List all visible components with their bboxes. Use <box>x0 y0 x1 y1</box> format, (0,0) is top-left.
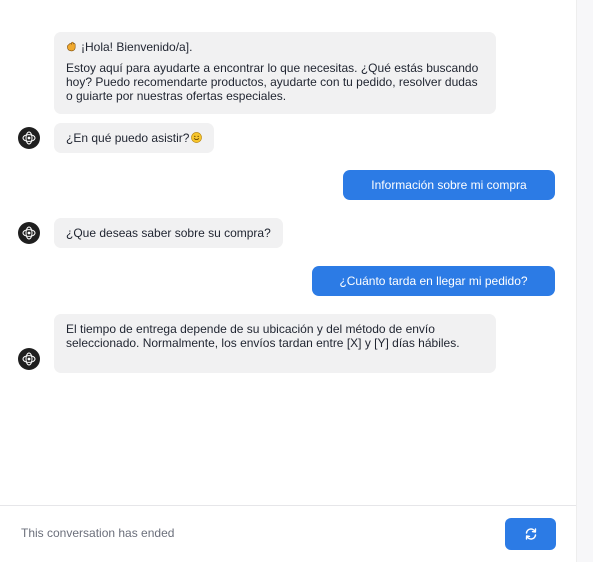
refresh-icon <box>525 528 536 540</box>
smiling-face-icon <box>191 132 203 143</box>
user-message-delivery-time: ¿Cuánto tarda en llegar mi pedido? <box>312 266 555 296</box>
bot-avatar <box>18 127 40 149</box>
conversation-ended-text: This conversation has ended <box>21 526 175 540</box>
bot-logo-icon <box>22 226 36 240</box>
bot-message-delivery-answer: El tiempo de entrega depende de su ubica… <box>54 314 496 373</box>
bot-avatar <box>18 348 40 370</box>
bot-what-to-know-text: ¿Que deseas saber sobre su compra? <box>66 226 271 240</box>
bot-message-welcome: ¡Hola! Bienvenido/a]. Estoy aquí para ay… <box>54 32 496 114</box>
chat-footer: This conversation has ended <box>0 505 576 562</box>
bot-message-what-to-know: ¿Que deseas saber sobre su compra? <box>54 218 283 248</box>
right-edge-panel <box>576 0 593 562</box>
user-purchase-info-text: Información sobre mi compra <box>371 178 527 192</box>
welcome-title: ¡Hola! Bienvenido/a]. <box>81 40 193 54</box>
bot-logo-icon <box>22 352 36 366</box>
assist-question-text: ¿En qué puedo asistir? <box>66 131 190 145</box>
user-message-purchase-info: Información sobre mi compra <box>343 170 555 200</box>
restart-conversation-button[interactable] <box>505 518 556 550</box>
welcome-title-line: ¡Hola! Bienvenido/a]. <box>66 40 484 54</box>
chat-window: ¡Hola! Bienvenido/a]. Estoy aquí para ay… <box>0 0 593 562</box>
bot-avatar <box>18 222 40 244</box>
bot-message-assist: ¿En qué puedo asistir? <box>54 123 215 153</box>
bot-logo-icon <box>22 131 36 145</box>
user-delivery-time-text: ¿Cuánto tarda en llegar mi pedido? <box>339 274 528 288</box>
chat-messages-panel: ¡Hola! Bienvenido/a]. Estoy aquí para ay… <box>0 0 576 562</box>
welcome-body: Estoy aquí para ayudarte a encontrar lo … <box>66 61 479 103</box>
waving-hand-icon <box>67 41 76 52</box>
bot-delivery-answer-text: El tiempo de entrega depende de su ubica… <box>66 322 460 350</box>
